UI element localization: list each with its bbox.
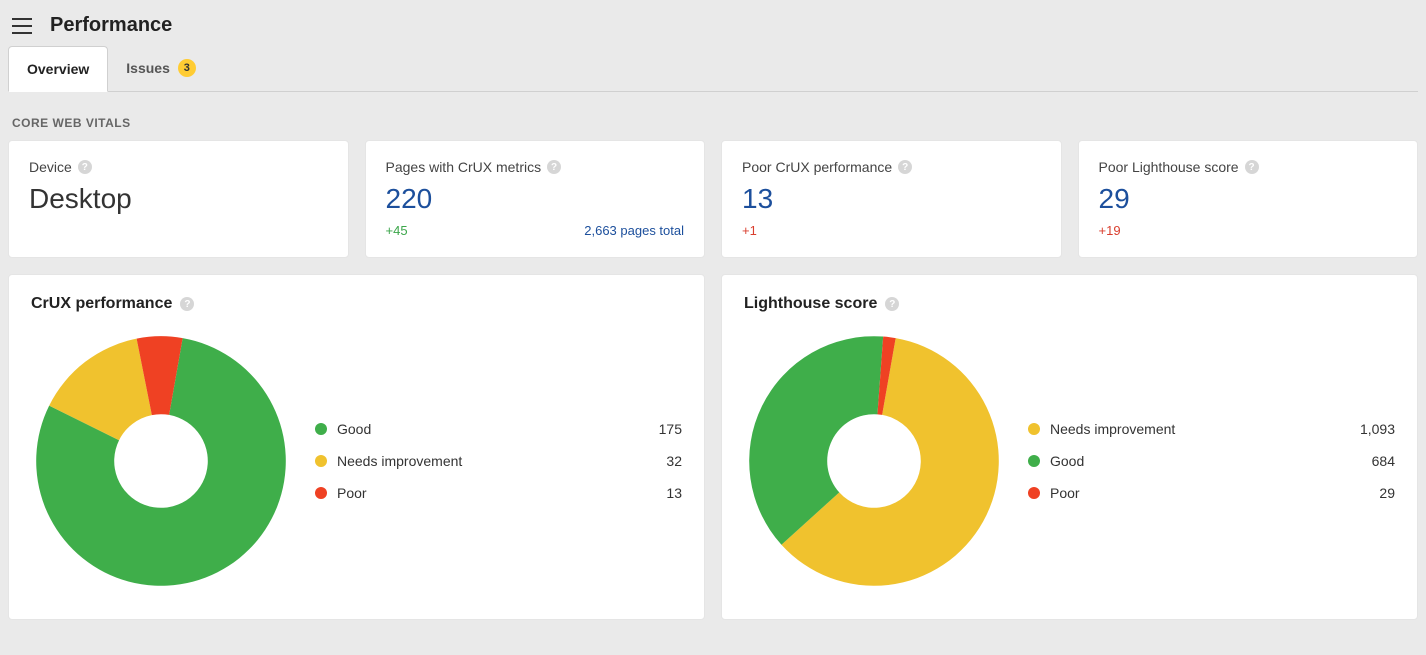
legend-label: Good — [337, 421, 371, 437]
card-label: Device ? — [29, 159, 328, 175]
legend-dot — [1028, 487, 1040, 499]
chart-card-crux: CrUX performance ? Good 175 Needs improvem… — [8, 274, 705, 620]
pages-crux-value[interactable]: 220 — [386, 183, 685, 215]
legend-label: Good — [1050, 453, 1084, 469]
tab-label: Issues — [126, 60, 170, 76]
tab-issues[interactable]: Issues 3 — [108, 45, 214, 91]
legend-dot — [1028, 455, 1040, 467]
poor-crux-value[interactable]: 13 — [742, 183, 1041, 215]
help-icon[interactable]: ? — [78, 160, 92, 174]
legend-label: Needs improvement — [1050, 421, 1175, 437]
legend-value: 684 — [1372, 453, 1395, 469]
pages-total-link[interactable]: 2,663 pages total — [584, 223, 684, 238]
card-label-text: Poor CrUX performance — [742, 159, 892, 175]
donut-chart-crux — [31, 331, 291, 591]
chart-card-lighthouse: Lighthouse score ? Needs improvement 1,09… — [721, 274, 1418, 620]
legend-value: 29 — [1379, 485, 1395, 501]
app-header: Performance — [0, 0, 1426, 45]
legend-row[interactable]: Needs improvement 32 — [315, 445, 682, 477]
chart-title-text: CrUX performance — [31, 295, 172, 313]
help-icon[interactable]: ? — [898, 160, 912, 174]
donut-chart-lighthouse — [744, 331, 1004, 591]
legend-label: Needs improvement — [337, 453, 462, 469]
card-pages-crux: Pages with CrUX metrics ? 220 +45 2,663 … — [365, 140, 706, 258]
legend-row[interactable]: Poor 29 — [1028, 477, 1395, 509]
legend-dot — [315, 423, 327, 435]
legend-row[interactable]: Good 175 — [315, 413, 682, 445]
chart-title-text: Lighthouse score — [744, 295, 877, 313]
legend-row[interactable]: Poor 13 — [315, 477, 682, 509]
poor-lighthouse-value[interactable]: 29 — [1099, 183, 1398, 215]
card-label: Poor Lighthouse score ? — [1099, 159, 1398, 175]
tabs: Overview Issues 3 — [8, 45, 1418, 92]
legend-value: 1,093 — [1360, 421, 1395, 437]
card-label: Poor CrUX performance ? — [742, 159, 1041, 175]
card-poor-crux: Poor CrUX performance ? 13 +1 — [721, 140, 1062, 258]
card-label-text: Device — [29, 159, 72, 175]
chart-title: CrUX performance ? — [31, 295, 682, 313]
help-icon[interactable]: ? — [180, 297, 194, 311]
card-poor-lighthouse: Poor Lighthouse score ? 29 +19 — [1078, 140, 1419, 258]
legend-row[interactable]: Needs improvement 1,093 — [1028, 413, 1395, 445]
legend-dot — [315, 455, 327, 467]
legend-row[interactable]: Good 684 — [1028, 445, 1395, 477]
issues-count-badge: 3 — [178, 59, 196, 77]
device-value: Desktop — [29, 183, 328, 215]
chart-title: Lighthouse score ? — [744, 295, 1395, 313]
card-label-text: Poor Lighthouse score — [1099, 159, 1239, 175]
card-label: Pages with CrUX metrics ? — [386, 159, 685, 175]
legend-dot — [1028, 423, 1040, 435]
legend-value: 13 — [666, 485, 682, 501]
help-icon[interactable]: ? — [1245, 160, 1259, 174]
chart-legend: Needs improvement 1,093 Good 684 Poor 29 — [1028, 413, 1395, 509]
poor-lighthouse-delta: +19 — [1099, 223, 1121, 238]
chart-legend: Good 175 Needs improvement 32 Poor 13 — [315, 413, 682, 509]
menu-icon[interactable] — [12, 18, 32, 34]
tab-overview[interactable]: Overview — [8, 46, 108, 92]
page-title: Performance — [50, 14, 172, 37]
metrics-row: Device ? Desktop Pages with CrUX metrics… — [0, 140, 1426, 258]
help-icon[interactable]: ? — [547, 160, 561, 174]
help-icon[interactable]: ? — [885, 297, 899, 311]
legend-label: Poor — [337, 485, 367, 501]
card-label-text: Pages with CrUX metrics — [386, 159, 542, 175]
legend-label: Poor — [1050, 485, 1080, 501]
charts-row: CrUX performance ? Good 175 Needs improvem… — [0, 258, 1426, 628]
tab-label: Overview — [27, 61, 89, 77]
pages-crux-delta: +45 — [386, 223, 408, 238]
card-device: Device ? Desktop — [8, 140, 349, 258]
section-label-core-web-vitals: CORE WEB VITALS — [0, 92, 1426, 140]
legend-value: 32 — [666, 453, 682, 469]
legend-dot — [315, 487, 327, 499]
poor-crux-delta: +1 — [742, 223, 757, 238]
legend-value: 175 — [659, 421, 682, 437]
